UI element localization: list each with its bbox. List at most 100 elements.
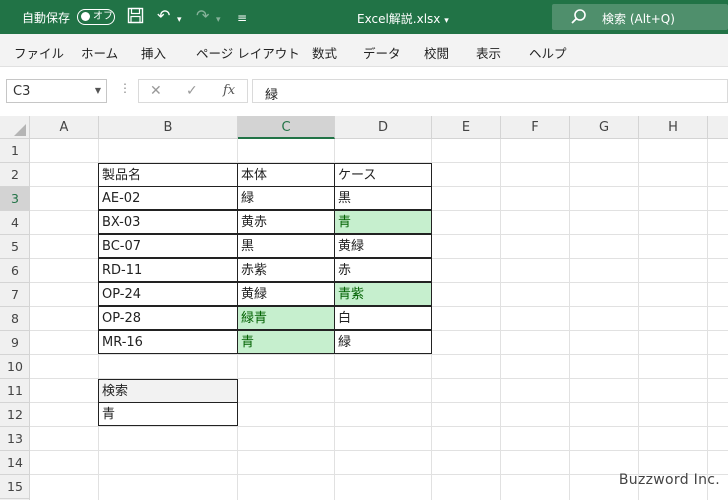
search-icon xyxy=(571,9,586,24)
undo-icon[interactable]: ↶ xyxy=(157,7,170,25)
row-header-4[interactable]: 4 xyxy=(0,211,30,235)
name-box-dropdown-icon[interactable]: ▼ xyxy=(95,86,101,95)
cell-c2[interactable]: 本体 xyxy=(237,163,335,187)
customize-toolbar-icon[interactable]: ≡ xyxy=(237,9,247,27)
cell-d6[interactable]: 赤 xyxy=(334,258,432,282)
formula-buttons: ✕ ✓ fx xyxy=(138,79,248,103)
cell-d3[interactable]: 黒 xyxy=(334,186,432,210)
row-header-1[interactable]: 1 xyxy=(0,139,30,163)
cell-b2[interactable]: 製品名 xyxy=(98,163,238,187)
row-header-13[interactable]: 13 xyxy=(0,427,30,451)
row-header-12[interactable]: 12 xyxy=(0,403,30,427)
cancel-icon[interactable]: ✕ xyxy=(150,83,162,99)
name-box-value: C3 xyxy=(13,84,31,99)
tab-formulas[interactable]: 数式 xyxy=(312,43,337,62)
select-all-icon xyxy=(14,124,26,136)
row-header-5[interactable]: 5 xyxy=(0,235,30,259)
column-header-b[interactable]: B xyxy=(99,116,238,139)
tab-help[interactable]: ヘルプ xyxy=(529,43,567,62)
gridline xyxy=(638,139,639,500)
cell-b12[interactable]: 青 xyxy=(98,402,238,426)
tab-view[interactable]: 表示 xyxy=(476,43,501,62)
column-header-c[interactable]: C xyxy=(238,116,335,139)
cell-c9[interactable]: 青 xyxy=(237,330,335,354)
row-header-3[interactable]: 3 xyxy=(0,187,30,211)
more-options-icon[interactable]: ⋮ xyxy=(119,81,131,95)
row-header-11[interactable]: 11 xyxy=(0,379,30,403)
tab-page-layout[interactable]: ページ レイアウト xyxy=(196,43,300,62)
cell-d7[interactable]: 青紫 xyxy=(334,282,432,306)
row-headers: 1 2 3 4 5 6 7 8 9 10 11 12 13 14 15 xyxy=(0,139,30,500)
cell-b4[interactable]: BX-03 xyxy=(98,210,238,234)
cell-b7[interactable]: OP-24 xyxy=(98,282,238,306)
name-box[interactable]: C3 ▼ xyxy=(6,79,107,103)
cell-b11[interactable]: 検索 xyxy=(98,379,238,403)
gridline xyxy=(500,139,501,500)
gridline xyxy=(30,426,728,427)
tab-review[interactable]: 校閲 xyxy=(424,43,449,62)
title-bar: 自動保存 オフ ↶ ▾ ↷ ▾ ≡ Excel解説.xlsx ▾ 検索 (Alt… xyxy=(0,0,728,34)
gridline xyxy=(707,139,708,500)
cell-d5[interactable]: 黄緑 xyxy=(334,234,432,258)
ribbon-tabs: ファイル ホーム 挿入 ページ レイアウト 数式 データ 校閲 表示 ヘルプ xyxy=(0,34,728,67)
gridline xyxy=(569,139,570,500)
tab-insert[interactable]: 挿入 xyxy=(141,43,166,62)
cell-d4[interactable]: 青 xyxy=(334,210,432,234)
redo-icon[interactable]: ↷ xyxy=(196,7,209,25)
cell-b5[interactable]: BC-07 xyxy=(98,234,238,258)
row-header-2[interactable]: 2 xyxy=(0,163,30,187)
toggle-knob xyxy=(81,12,90,21)
cell-b6[interactable]: RD-11 xyxy=(98,258,238,282)
enter-icon[interactable]: ✓ xyxy=(186,83,198,99)
row-header-9[interactable]: 9 xyxy=(0,331,30,355)
redo-dropdown-icon[interactable]: ▾ xyxy=(216,11,221,29)
tab-file[interactable]: ファイル xyxy=(14,43,64,62)
cell-b8[interactable]: OP-28 xyxy=(98,306,238,330)
cell-d9[interactable]: 緑 xyxy=(334,330,432,354)
cell-c3[interactable]: 緑 xyxy=(237,186,335,210)
cell-b3[interactable]: AE-02 xyxy=(98,186,238,210)
row-header-15[interactable]: 15 xyxy=(0,475,30,499)
column-headers: A B C D E F G H xyxy=(0,116,728,139)
tab-home[interactable]: ホーム xyxy=(81,43,118,62)
search-box[interactable]: 検索 (Alt+Q) xyxy=(552,4,728,30)
column-header-g[interactable]: G xyxy=(570,116,639,139)
gridline xyxy=(30,354,728,355)
column-header-h[interactable]: H xyxy=(639,116,708,139)
tab-data[interactable]: データ xyxy=(363,43,401,62)
file-name-text: Excel解説.xlsx xyxy=(357,12,441,26)
cell-c8[interactable]: 緑青 xyxy=(237,306,335,330)
autosave-toggle[interactable]: オフ xyxy=(77,9,115,25)
column-header-d[interactable]: D xyxy=(335,116,432,139)
row-header-6[interactable]: 6 xyxy=(0,259,30,283)
cell-d8[interactable]: 白 xyxy=(334,306,432,330)
row-header-10[interactable]: 10 xyxy=(0,355,30,379)
cell-c4[interactable]: 黄赤 xyxy=(237,210,335,234)
autosave-state: オフ xyxy=(93,11,113,22)
cell-c6[interactable]: 赤紫 xyxy=(237,258,335,282)
row-header-8[interactable]: 8 xyxy=(0,307,30,331)
autosave-label: 自動保存 xyxy=(22,11,71,25)
row-header-7[interactable]: 7 xyxy=(0,283,30,307)
formula-bar: C3 ▼ ⋮ ✕ ✓ fx 緑 xyxy=(0,67,728,112)
file-name-chevron-icon: ▾ xyxy=(444,16,449,26)
column-header-a[interactable]: A xyxy=(30,116,99,139)
select-all-button[interactable] xyxy=(0,116,30,139)
gridline xyxy=(30,450,728,451)
formula-input[interactable]: 緑 xyxy=(252,79,728,103)
column-header-f[interactable]: F xyxy=(501,116,570,139)
undo-dropdown-icon[interactable]: ▾ xyxy=(177,11,182,29)
save-icon[interactable] xyxy=(127,7,144,28)
cell-b9[interactable]: MR-16 xyxy=(98,330,238,354)
column-header-e[interactable]: E xyxy=(432,116,501,139)
worksheet-grid[interactable]: 製品名 本体 ケース AE-02 緑 黒 BX-03 黄赤 青 BC-07 黒 … xyxy=(30,139,728,500)
formula-value: 緑 xyxy=(265,88,279,103)
cell-c7[interactable]: 黄緑 xyxy=(237,282,335,306)
insert-function-icon[interactable]: fx xyxy=(223,83,235,98)
row-header-14[interactable]: 14 xyxy=(0,451,30,475)
search-text: 検索 (Alt+Q) xyxy=(602,12,675,26)
watermark: Buzzword Inc. xyxy=(618,472,720,488)
cell-c5[interactable]: 黒 xyxy=(237,234,335,258)
file-name[interactable]: Excel解説.xlsx ▾ xyxy=(357,10,449,27)
cell-d2[interactable]: ケース xyxy=(334,163,432,187)
